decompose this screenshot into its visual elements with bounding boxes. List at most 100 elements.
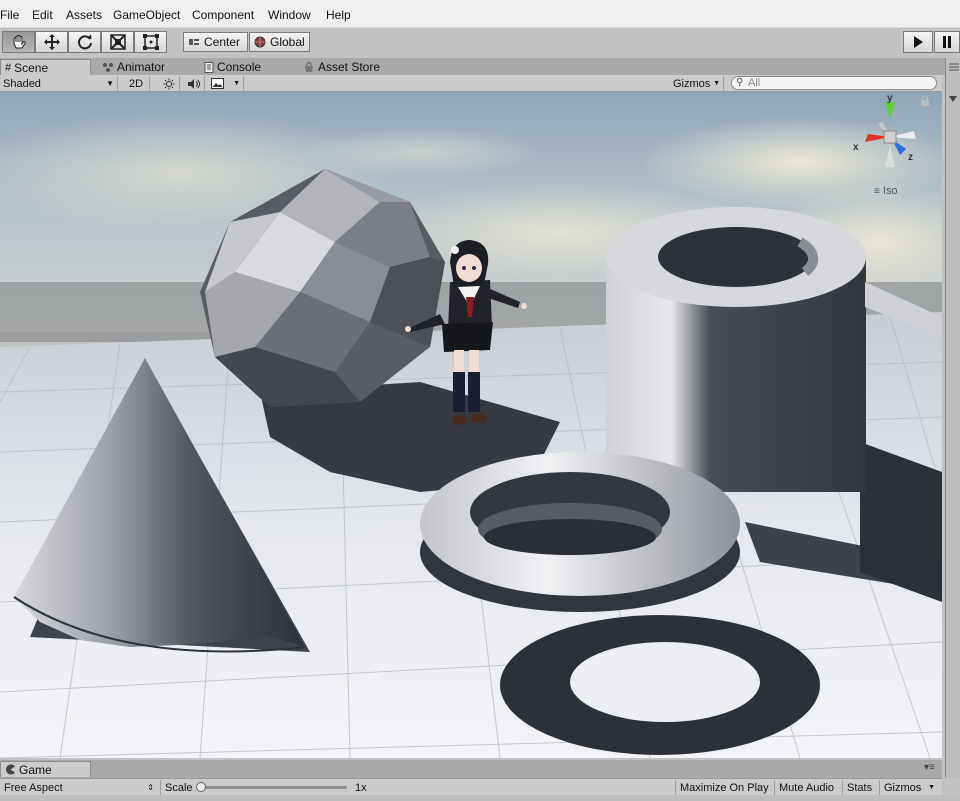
stats-label: Stats [847,781,873,794]
rect-icon [142,34,159,50]
pause-button[interactable] [934,31,960,53]
projection-toggle[interactable]: ≡ Iso [874,185,898,197]
tab-asset-store-label: Asset Store [318,60,381,74]
grid-icon: # [5,61,12,74]
torus-object [420,452,740,612]
menu-help[interactable]: Help [326,8,351,22]
game-toolbar: Free Aspect ⇕ Scale 1x Maximize On Play … [0,778,942,795]
menu-window[interactable]: Window [268,8,311,22]
tab-asset-store[interactable]: Asset Store [299,59,384,75]
search-icon: ⚲ [736,77,744,88]
menu-file[interactable]: File [0,8,19,22]
move-icon [43,34,60,50]
gizmo-x-label: x [853,142,859,153]
space-global-button[interactable]: Global [249,32,310,52]
game-view-edge [0,795,960,801]
space-label: Global [270,35,305,49]
2d-toggle[interactable]: 2D [126,76,150,91]
aspect-label: Free Aspect [4,781,63,794]
aspect-dropdown[interactable]: Free Aspect ⇕ [0,780,158,795]
tab-game[interactable]: Game [0,761,91,777]
draw-mode-dropdown[interactable]: Shaded ▼ [0,76,118,91]
scene-render [0,92,942,758]
move-tool-button[interactable] [35,31,68,53]
menu-component[interactable]: Component [192,8,254,22]
pause-icon [943,36,951,48]
updown-arrows-icon: ⇕ [147,783,154,792]
maximize-on-play-toggle[interactable]: Maximize On Play [675,780,773,795]
axis-gizmo-icon [865,102,916,167]
chevron-down-icon: ▼ [106,79,114,88]
stats-toggle[interactable]: Stats [842,780,876,795]
gizmos-dropdown[interactable]: Gizmos ▼ [670,76,724,91]
animator-icon [103,63,113,72]
chevron-down-icon: ▼ [233,80,240,87]
scale-value: 1x [355,781,367,794]
cylinder-object [606,207,866,492]
menu-edit[interactable]: Edit [32,8,53,22]
hand-icon [13,35,26,49]
scale-slider-thumb[interactable] [196,782,206,792]
console-icon [204,61,214,73]
tab-animator-label: Animator [117,60,166,74]
mute-label: Mute Audio [779,781,835,794]
draw-mode-label: Shaded [3,77,41,90]
scale-slider[interactable] [196,782,347,792]
scale-label: Scale [165,781,193,794]
speaker-icon [188,78,200,89]
play-icon [914,36,923,48]
2d-label: 2D [129,77,144,90]
main-toolbar: Center Global [0,28,960,58]
pivot-icon [189,39,199,45]
chevron-down-icon: ▼ [713,80,720,87]
orientation-gizmo[interactable]: y x z ≡ Iso [850,93,930,197]
play-button[interactable] [903,31,933,53]
mute-audio-toggle[interactable]: Mute Audio [774,780,838,795]
scene-viewport[interactable]: y x z ≡ Iso [0,92,942,758]
gizmo-z-label: z [908,152,913,163]
globe-icon [254,36,266,48]
menu-gameobject[interactable]: GameObject [113,8,180,22]
tab-scene-label: Scene [14,60,49,75]
tab-scene[interactable]: # Scene [0,59,91,75]
menu-lines-icon [949,63,959,71]
projection-label: Iso [882,185,898,197]
game-tab-strip: Game ▾≡ [0,760,942,778]
scale-icon [109,34,126,50]
sun-icon [163,78,174,89]
rect-tool-button[interactable] [134,31,167,53]
search-placeholder: All [748,77,761,89]
tab-console-label: Console [217,60,262,74]
inspector-collapsed-strip[interactable] [945,58,960,778]
gizmo-y-label: y [887,93,893,104]
game-gizmos-dropdown[interactable]: Gizmos ▼ [879,780,939,795]
lighting-toggle[interactable] [158,76,180,91]
editor-tab-strip: # Scene Animator Console Asset Store [0,58,945,75]
rotate-icon [77,34,92,50]
effects-dropdown[interactable]: ▼ [208,76,244,91]
scene-search-input[interactable]: ⚲ All [731,76,937,90]
menu-lines-icon: ≡ [874,185,880,197]
lock-icon[interactable] [920,95,930,107]
tab-game-label: Game [19,762,52,777]
tab-animator[interactable]: Animator [98,59,169,75]
pacman-icon [6,764,16,775]
game-gizmos-label: Gizmos [884,781,922,794]
audio-toggle[interactable] [183,76,205,91]
scale-control: Scale 1x [160,780,374,795]
hand-tool-button[interactable] [2,31,35,53]
menu-bar: File Edit Assets GameObject Component Wi… [0,0,960,28]
gizmos-label: Gizmos [673,77,711,90]
pivot-label: Center [204,35,241,49]
panel-menu-icon[interactable]: ▾≡ [924,762,935,773]
scale-tool-button[interactable] [101,31,134,53]
image-icon [211,78,224,89]
pivot-center-button[interactable]: Center [183,32,248,52]
tab-console[interactable]: Console [200,59,265,75]
chevron-down-icon: ▼ [928,784,935,791]
scene-toolbar: Shaded ▼ 2D ▼ Gizmos ▼ ⚲ All [0,75,942,92]
rotate-tool-button[interactable] [68,31,101,53]
store-icon [305,61,313,72]
maximize-label: Maximize On Play [680,781,769,794]
menu-assets[interactable]: Assets [66,8,102,22]
